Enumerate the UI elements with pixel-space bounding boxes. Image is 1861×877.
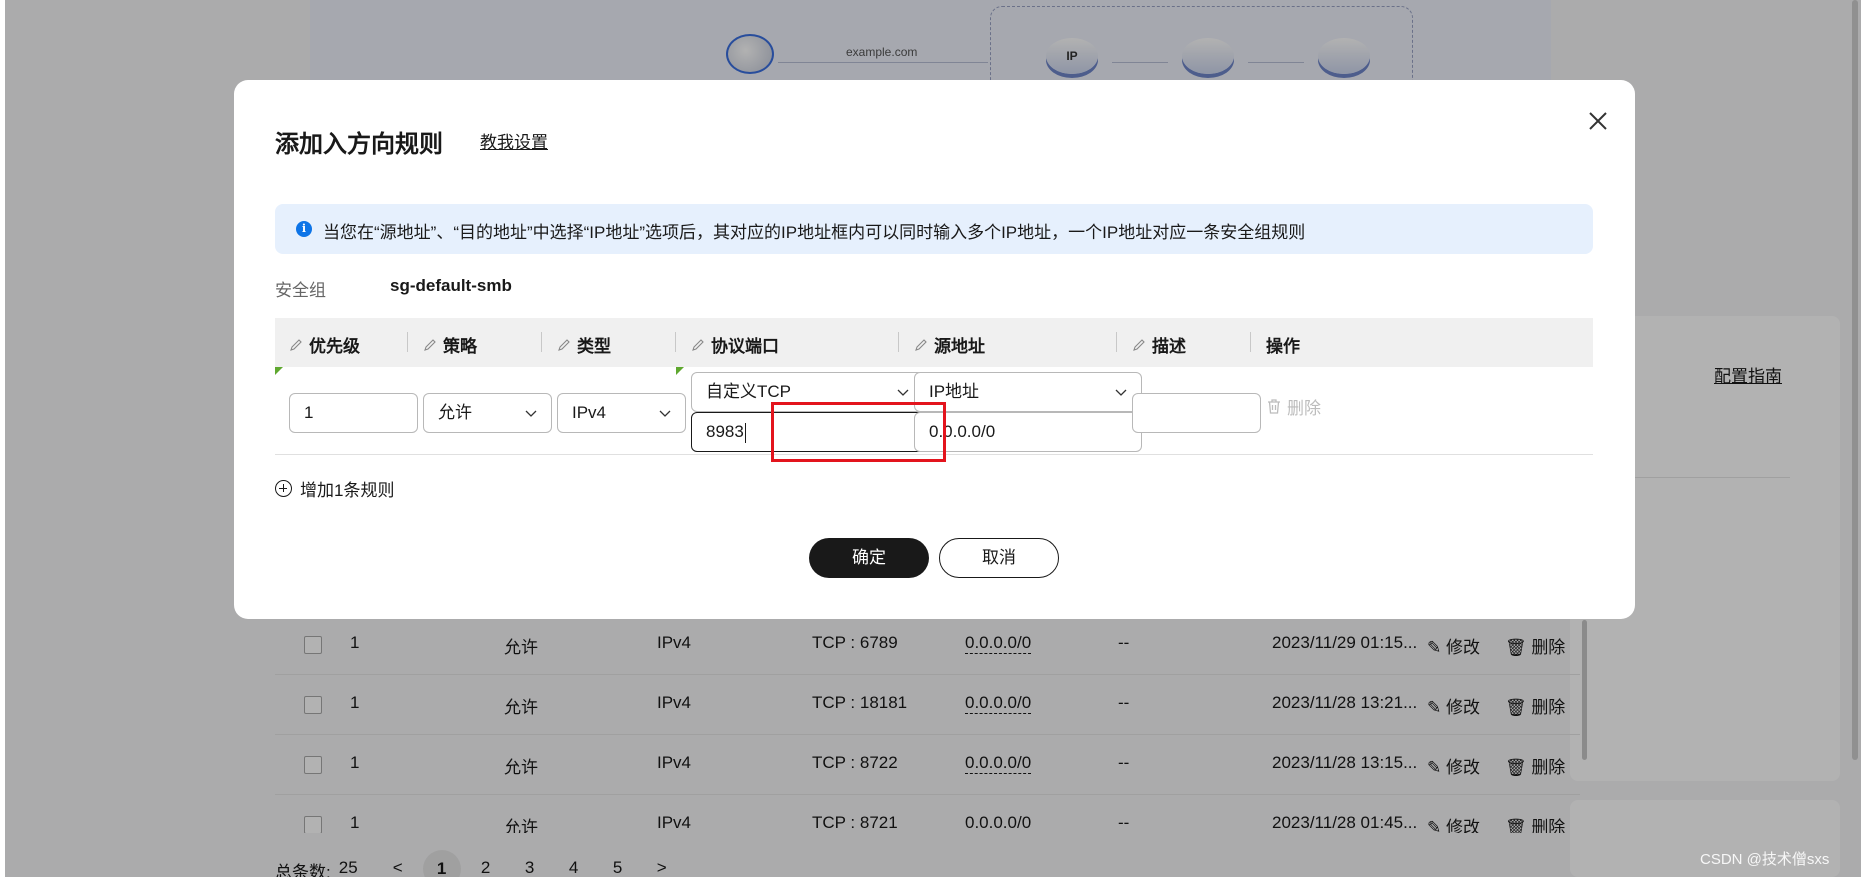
- add-inbound-rule-dialog: 添加入方向规则 教我设置 i 当您在“源地址”、“目的地址”中选择“IP地址”选…: [234, 80, 1635, 619]
- add-rule-label: 增加1条规则: [300, 481, 395, 500]
- priority-input[interactable]: 1: [289, 393, 418, 433]
- protocol-value: 自定义TCP: [706, 382, 791, 401]
- column-header-priority: 优先级: [289, 332, 360, 357]
- confirm-button[interactable]: 确定: [809, 538, 929, 578]
- column-header-policy: 策略: [407, 332, 477, 357]
- column-header-protocol-port: 协议端口: [675, 332, 779, 357]
- column-divider: [541, 332, 542, 352]
- text-cursor: [744, 422, 746, 443]
- close-icon[interactable]: [1583, 106, 1613, 136]
- trash-icon: [1268, 399, 1280, 414]
- column-header-description: 描述: [1116, 332, 1186, 357]
- type-value: IPv4: [572, 403, 607, 422]
- window-edge: [0, 0, 5, 877]
- pencil-icon: [558, 338, 570, 351]
- chevron-down-icon: [1115, 389, 1127, 396]
- policy-select[interactable]: 允许: [423, 393, 552, 433]
- source-type-select[interactable]: IP地址: [914, 372, 1142, 412]
- required-marker: [275, 367, 283, 375]
- delete-label: 删除: [1287, 399, 1321, 418]
- port-value: 8983: [706, 422, 744, 441]
- rule-table-header: 优先级 策略 类型 协议端口 源地址 描述 操作: [275, 318, 1593, 367]
- security-group-value: sg-default-smb: [390, 276, 512, 295]
- info-icon: i: [296, 221, 312, 237]
- chevron-down-icon: [525, 410, 537, 417]
- cancel-button[interactable]: 取消: [939, 538, 1059, 578]
- column-label: 源地址: [934, 337, 985, 356]
- pencil-icon: [290, 338, 302, 351]
- column-divider: [1250, 332, 1251, 352]
- column-header-action: 操作: [1250, 332, 1300, 357]
- security-group-label: 安全组: [275, 281, 326, 300]
- highlight-annotation-box: [771, 402, 946, 462]
- column-label: 描述: [1152, 337, 1186, 356]
- pencil-icon: [692, 338, 704, 351]
- delete-rule-button[interactable]: 删除: [1266, 394, 1321, 419]
- source-ip-input[interactable]: 0.0.0.0/0: [914, 412, 1142, 452]
- source-type-value: IP地址: [929, 382, 980, 401]
- column-header-source: 源地址: [898, 332, 985, 357]
- column-divider: [898, 332, 899, 352]
- column-divider: [407, 332, 408, 352]
- column-label: 协议端口: [711, 337, 779, 356]
- pencil-icon: [424, 338, 436, 351]
- chevron-down-icon: [659, 410, 671, 417]
- column-divider: [675, 332, 676, 352]
- dialog-title: 添加入方向规则: [275, 131, 443, 158]
- plus-circle-icon: [275, 480, 292, 497]
- type-select[interactable]: IPv4: [557, 393, 686, 433]
- description-input[interactable]: [1132, 393, 1261, 433]
- info-notice: i 当您在“源地址”、“目的地址”中选择“IP地址”选项后，其对应的IP地址框内…: [275, 204, 1593, 254]
- column-label: 策略: [443, 337, 477, 356]
- column-label: 操作: [1266, 337, 1300, 356]
- pencil-icon: [915, 338, 927, 351]
- add-rule-button[interactable]: 增加1条规则: [275, 476, 394, 501]
- pencil-icon: [1133, 338, 1145, 351]
- column-label: 优先级: [309, 337, 360, 356]
- required-marker: [676, 367, 684, 375]
- watermark: CSDN @技术僧sxs: [1700, 851, 1830, 868]
- help-setup-link[interactable]: 教我设置: [480, 128, 548, 153]
- notice-text: 当您在“源地址”、“目的地址”中选择“IP地址”选项后，其对应的IP地址框内可以…: [323, 223, 1306, 242]
- column-header-type: 类型: [541, 332, 611, 357]
- chevron-down-icon: [897, 389, 909, 396]
- column-divider: [1116, 332, 1117, 352]
- column-label: 类型: [577, 337, 611, 356]
- policy-value: 允许: [438, 403, 472, 422]
